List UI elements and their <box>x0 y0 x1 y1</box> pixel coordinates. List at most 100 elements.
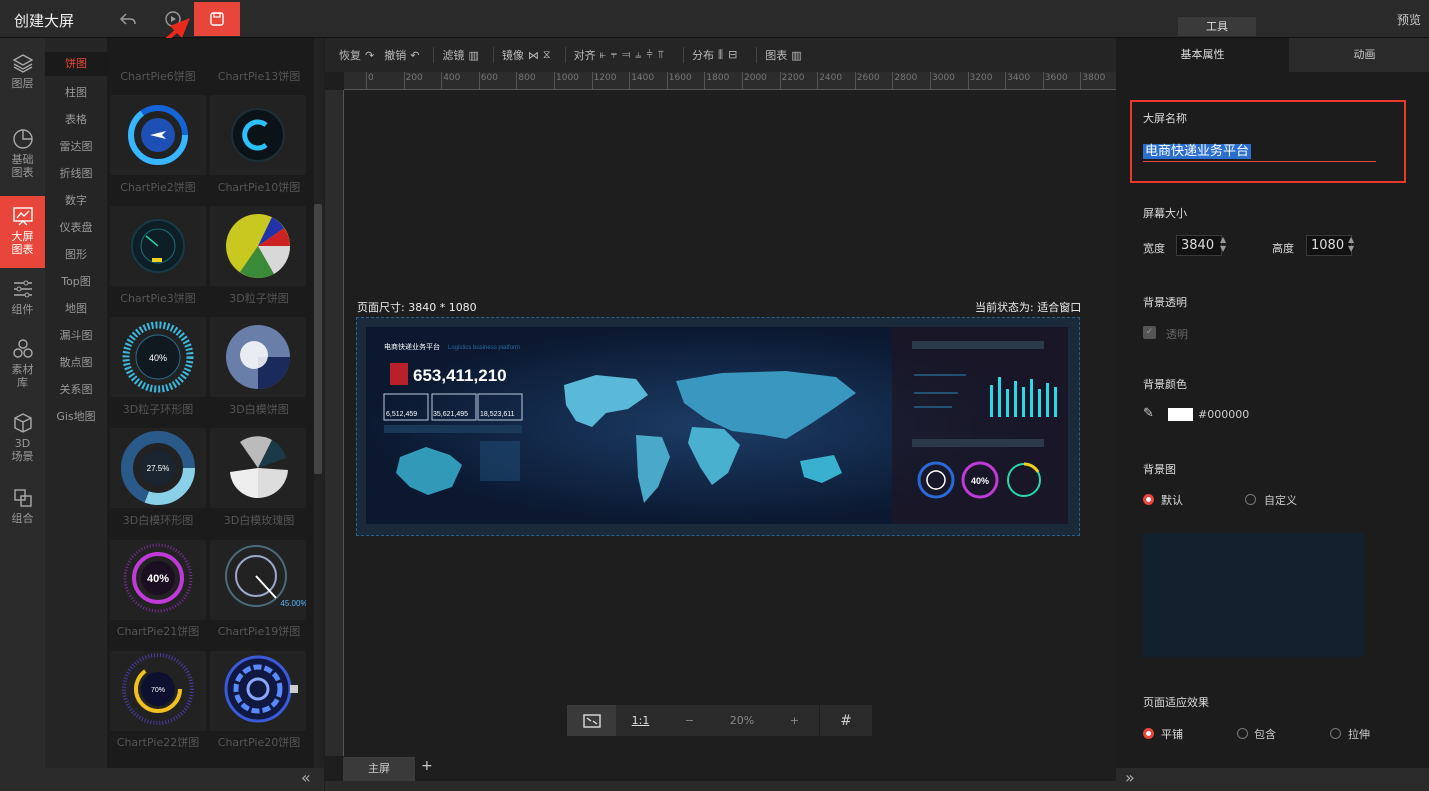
chart-thumb[interactable] <box>110 206 206 286</box>
category-item[interactable]: Gis地图 <box>45 408 107 424</box>
bg-image-preview[interactable] <box>1143 533 1364 657</box>
redo-icon: ↷ <box>365 48 375 62</box>
nav-basic-charts[interactable]: 基础 图表 <box>0 128 45 188</box>
left-panel-footer <box>45 768 324 791</box>
chart-thumb[interactable]: 40% <box>110 540 206 620</box>
ring-percent: 70% <box>151 687 165 694</box>
bg-custom-radio[interactable] <box>1245 493 1256 507</box>
width-input[interactable]: 3840 <box>1176 235 1222 256</box>
category-item[interactable]: 地图 <box>45 300 107 316</box>
category-item[interactable]: 雷达图 <box>45 138 107 154</box>
category-item[interactable]: 散点图 <box>45 354 107 370</box>
ruler-tick: 1200 <box>593 73 617 83</box>
category-item[interactable]: Top图 <box>45 273 107 289</box>
fit-stretch-radio[interactable] <box>1330 727 1341 741</box>
distribute-button[interactable]: 分布 ⫼⊟ <box>692 47 742 63</box>
undo-button[interactable]: 撤销 ↶ <box>384 47 419 63</box>
bg-color-label: 背景颜色 <box>1143 378 1187 391</box>
category-item[interactable]: 折线图 <box>45 165 107 181</box>
nav-materials[interactable]: 素材 库 <box>0 338 45 396</box>
nav-group[interactable]: 组合 <box>0 487 45 531</box>
bg-transparent-label: 背景透明 <box>1143 296 1187 309</box>
chart-thumb[interactable] <box>210 428 306 508</box>
chart-thumb[interactable]: 40% <box>110 317 206 397</box>
category-item[interactable]: 图形 <box>45 246 107 262</box>
chart-thumb[interactable]: 27.5% <box>110 428 206 508</box>
preview-button[interactable]: 预览 <box>1397 11 1421 28</box>
bar-chart-icon: ▥ <box>468 48 479 62</box>
ruler-tick: 3400 <box>1007 73 1031 83</box>
fit-contain-radio[interactable] <box>1237 727 1248 741</box>
ring-percent: 27.5% <box>147 464 170 473</box>
toolbar-divider <box>492 47 494 63</box>
fit-window-button[interactable] <box>567 705 616 736</box>
category-item[interactable]: 关系图 <box>45 381 107 397</box>
nav-label: 图层 <box>11 77 34 90</box>
chart-thumb[interactable]: 70% <box>110 651 206 731</box>
grid-toggle[interactable]: # <box>819 705 872 736</box>
tab-animation[interactable]: 动画 <box>1300 38 1429 72</box>
ruler-tick-mark <box>742 72 743 90</box>
collapse-left-icon[interactable]: « <box>301 768 311 787</box>
fit-tile-radio[interactable] <box>1143 727 1154 741</box>
nav-layers[interactable]: 图层 <box>0 52 45 100</box>
thumb-label: 3D白模玫瑰图 <box>223 514 295 527</box>
chart-thumb[interactable] <box>210 317 306 397</box>
tab-basic-properties[interactable]: 基本属性 <box>1116 38 1289 72</box>
bg-image-label: 背景图 <box>1143 463 1176 476</box>
category-item[interactable]: 表格 <box>45 111 107 127</box>
zoom-in-button[interactable]: + <box>770 705 819 736</box>
height-input[interactable]: 1080 <box>1306 235 1352 256</box>
chart-thumb[interactable] <box>210 651 306 731</box>
add-screen-button[interactable]: + <box>421 758 433 774</box>
align-button[interactable]: 对齐 ⫦⫧⫤⫨⫩⫪ <box>574 47 669 63</box>
ruler-tick: 2200 <box>781 73 805 83</box>
nav-3d-scene[interactable]: 3D 场景 <box>0 412 45 468</box>
undo-label: 撤销 <box>384 49 407 62</box>
transparent-checkbox[interactable]: ✓ <box>1143 326 1156 339</box>
chart-thumb[interactable] <box>110 95 206 175</box>
ruler-tick-mark <box>1005 72 1007 90</box>
chart-thumb[interactable] <box>210 206 306 286</box>
width-stepper-icon[interactable]: ▲ ▼ <box>1220 235 1226 253</box>
thumbnail-scrollbar[interactable] <box>314 204 322 474</box>
screen-tab-main[interactable]: 主屏 <box>343 757 415 781</box>
chart-thumb[interactable]: 45.00% <box>210 540 308 620</box>
chart-button[interactable]: 图表 ▥ <box>765 47 801 63</box>
zoom-bar: 1:1 − 20% + # <box>567 705 872 736</box>
nav-screen-charts[interactable]: 大屏 图表 <box>0 196 45 268</box>
dashboard-preview[interactable]: 电商快递业务平台 Logistics business platform 653… <box>366 327 1068 524</box>
mirror-button[interactable]: 镜像 ⋈ ⧖ <box>502 47 551 63</box>
chart-thumb[interactable] <box>210 95 306 175</box>
ruler-tick: 800 <box>518 73 536 83</box>
height-stepper-icon[interactable]: ▲ ▼ <box>1348 235 1354 253</box>
nav-components[interactable]: 组件 <box>0 278 45 322</box>
nav-label: 组件 <box>11 303 34 316</box>
category-item[interactable]: 数字 <box>45 192 107 208</box>
category-item[interactable]: 仪表盘 <box>45 219 107 235</box>
filter-button[interactable]: 滤镜 ▥ <box>442 47 478 63</box>
actual-size-button[interactable]: 1:1 <box>616 705 665 736</box>
save-button[interactable] <box>194 2 240 36</box>
category-item[interactable]: 漏斗图 <box>45 327 107 343</box>
gauge-percent: 45.00% <box>280 599 306 608</box>
thumb-label: ChartPie22饼图 <box>116 736 200 749</box>
nav-label: 大屏 图表 <box>11 230 34 256</box>
category-item[interactable]: 饼图 <box>45 52 107 76</box>
bg-default-radio[interactable] <box>1143 493 1154 507</box>
nav-label: 基础 图表 <box>11 153 34 179</box>
collapse-right-icon[interactable]: » <box>1125 768 1135 787</box>
canvas-horizontal-scrollbar[interactable] <box>325 781 1116 791</box>
nav-label: 组合 <box>11 512 34 525</box>
color-swatch[interactable] <box>1168 408 1193 421</box>
redo-button[interactable]: 恢复 ↷ <box>339 47 374 63</box>
radio-icon <box>1245 494 1256 505</box>
category-item[interactable]: 柱图 <box>45 84 107 100</box>
ruler-tick-mark <box>930 72 931 90</box>
zoom-out-button[interactable]: − <box>665 705 714 736</box>
tools-tab[interactable]: 工具 <box>1178 17 1256 36</box>
screen-name-input[interactable]: 电商快递业务平台 <box>1143 140 1376 162</box>
cube-icon <box>13 413 32 433</box>
pie-icon <box>12 129 33 149</box>
eyedropper-icon[interactable]: ✎ <box>1143 406 1154 421</box>
